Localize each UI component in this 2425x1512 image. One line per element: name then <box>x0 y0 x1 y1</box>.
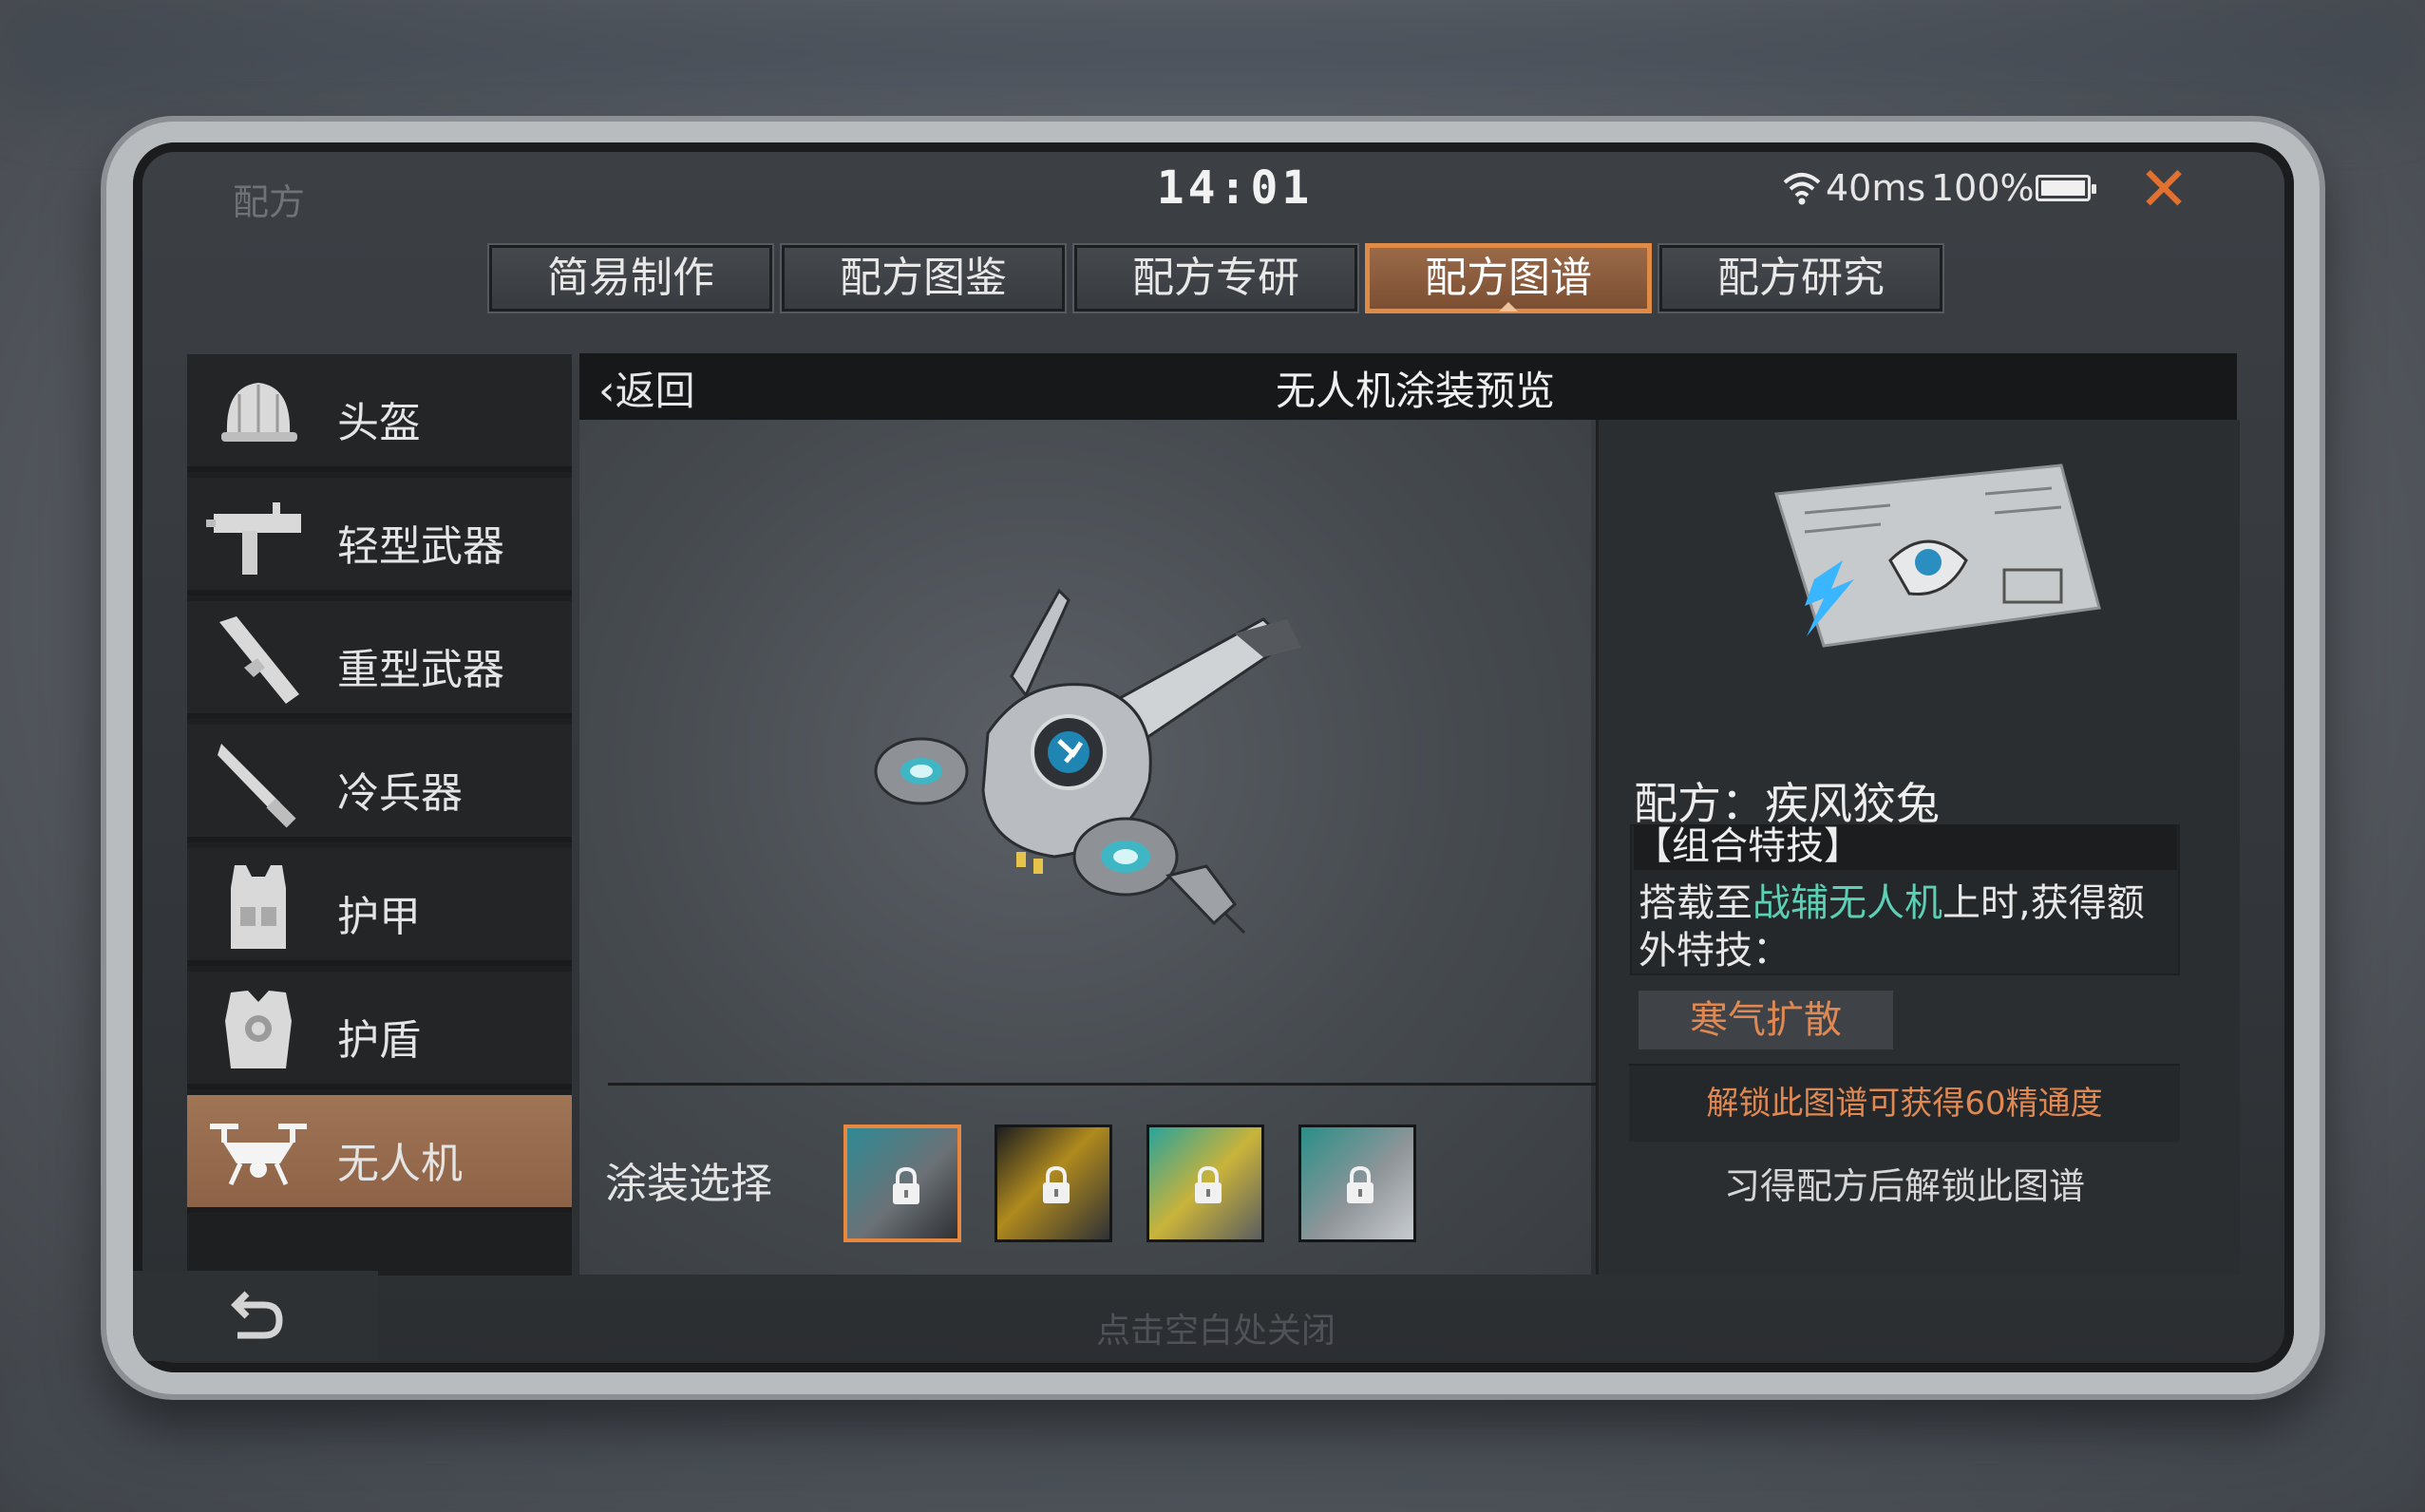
combo-skill-description: 搭载至战辅无人机上时,获得额外特技： <box>1639 879 2170 974</box>
sidebar-item-label: 轻型武器 <box>337 522 504 571</box>
drone-icon <box>210 1124 307 1186</box>
back-label: 返回 <box>615 368 695 414</box>
sidebar-item-label: 护甲 <box>337 893 421 941</box>
sidebar-item-light-weapons[interactable]: 轻型武器 <box>187 478 572 595</box>
divider <box>608 1083 1596 1086</box>
back-button[interactable]: ‹返回 <box>598 359 695 417</box>
app-label: 配方 <box>233 181 306 223</box>
unlock-reward-text: 解锁此图谱可获得60精通度 <box>1629 1064 2180 1142</box>
armor-vest-icon <box>231 865 286 949</box>
blueprint-card-image <box>1774 463 2101 648</box>
skin-option-2[interactable] <box>995 1125 1112 1242</box>
ping-value: 40ms <box>1826 167 1926 209</box>
close-button[interactable]: ✕ <box>2135 160 2192 220</box>
battery-fill <box>2041 180 2085 196</box>
combo-skill-title: 【组合特技】 <box>1634 824 2177 870</box>
combo-desc-highlight: 战辅无人机 <box>1752 881 1942 925</box>
tab-recipe-study[interactable]: 配方专研 <box>1072 243 1359 313</box>
tab-bar: 简易制作 配方图鉴 配方专研 配方图谱 配方研究 <box>487 243 1944 313</box>
tab-recipe-research[interactable]: 配方研究 <box>1658 243 1944 313</box>
sidebar-item-label: 无人机 <box>337 1140 463 1188</box>
dismiss-hint[interactable]: 点击空白处关闭 <box>988 1303 1444 1352</box>
blade-icon <box>218 744 296 828</box>
lock-icon <box>893 1166 919 1204</box>
sidebar-item-helmet[interactable]: 头盔 <box>187 354 572 472</box>
drone-model-image <box>874 588 1301 935</box>
panel-title: 无人机涂装预览 <box>1275 368 1555 414</box>
sidebar-item-melee[interactable]: 冷兵器 <box>187 725 572 842</box>
undo-arrow-icon <box>231 1291 283 1339</box>
skin-selection-label: 涂装选择 <box>605 1160 772 1208</box>
tab-recipe-atlas[interactable]: 配方图谱 <box>1365 243 1652 313</box>
bottom-back-button[interactable] <box>133 1271 378 1361</box>
clock: 14:01 <box>1156 161 1314 215</box>
sidebar-item-heavy-weapons[interactable]: 重型武器 <box>187 601 572 719</box>
recipe-name: 配方：疾风狡兔 <box>1634 778 1940 829</box>
lock-icon <box>1347 1165 1374 1203</box>
combo-desc-prefix: 搭载至 <box>1639 881 1752 925</box>
learn-hint-text: 习得配方后解锁此图谱 <box>1723 1165 2085 1207</box>
sidebar-item-shield[interactable]: 护盾 <box>187 972 572 1089</box>
tab-recipe-catalog[interactable]: 配方图鉴 <box>780 243 1067 313</box>
sidebar-item-armor[interactable]: 护甲 <box>187 848 572 966</box>
skill-tag[interactable]: 寒气扩散 <box>1639 991 1893 1049</box>
skin-option-1[interactable] <box>843 1125 961 1242</box>
helmet-icon <box>221 383 297 442</box>
sidebar-item-label: 重型武器 <box>337 646 504 694</box>
game-screen: 配方 14:01 40ms 100% ✕ 简易制作 配方图鉴 配方专研 配方图谱… <box>133 142 2294 1372</box>
battery-icon <box>2036 175 2096 201</box>
skin-option-3[interactable] <box>1146 1125 1264 1242</box>
sidebar-item-label: 头盔 <box>337 399 421 447</box>
tab-simple-craft[interactable]: 简易制作 <box>487 243 774 313</box>
chevron-left-icon: ‹ <box>598 367 616 415</box>
sidebar-item-label: 冷兵器 <box>337 769 463 818</box>
lock-icon <box>1195 1165 1222 1203</box>
launcher-icon <box>219 616 299 704</box>
skin-option-4[interactable] <box>1298 1125 1416 1242</box>
sidebar-item-label: 护盾 <box>337 1016 421 1065</box>
shield-vest-icon <box>225 991 292 1068</box>
smg-icon <box>206 502 301 575</box>
battery-percent: 100% <box>1931 167 2035 209</box>
lock-icon <box>1043 1165 1070 1203</box>
category-sidebar: 头盔 轻型武器 重型武器 冷兵器 护甲 护盾 无人机 <box>187 354 572 1276</box>
sidebar-item-drone[interactable]: 无人机 <box>187 1095 572 1213</box>
wifi-icon <box>1783 173 1821 205</box>
background-blur <box>0 0 2425 114</box>
